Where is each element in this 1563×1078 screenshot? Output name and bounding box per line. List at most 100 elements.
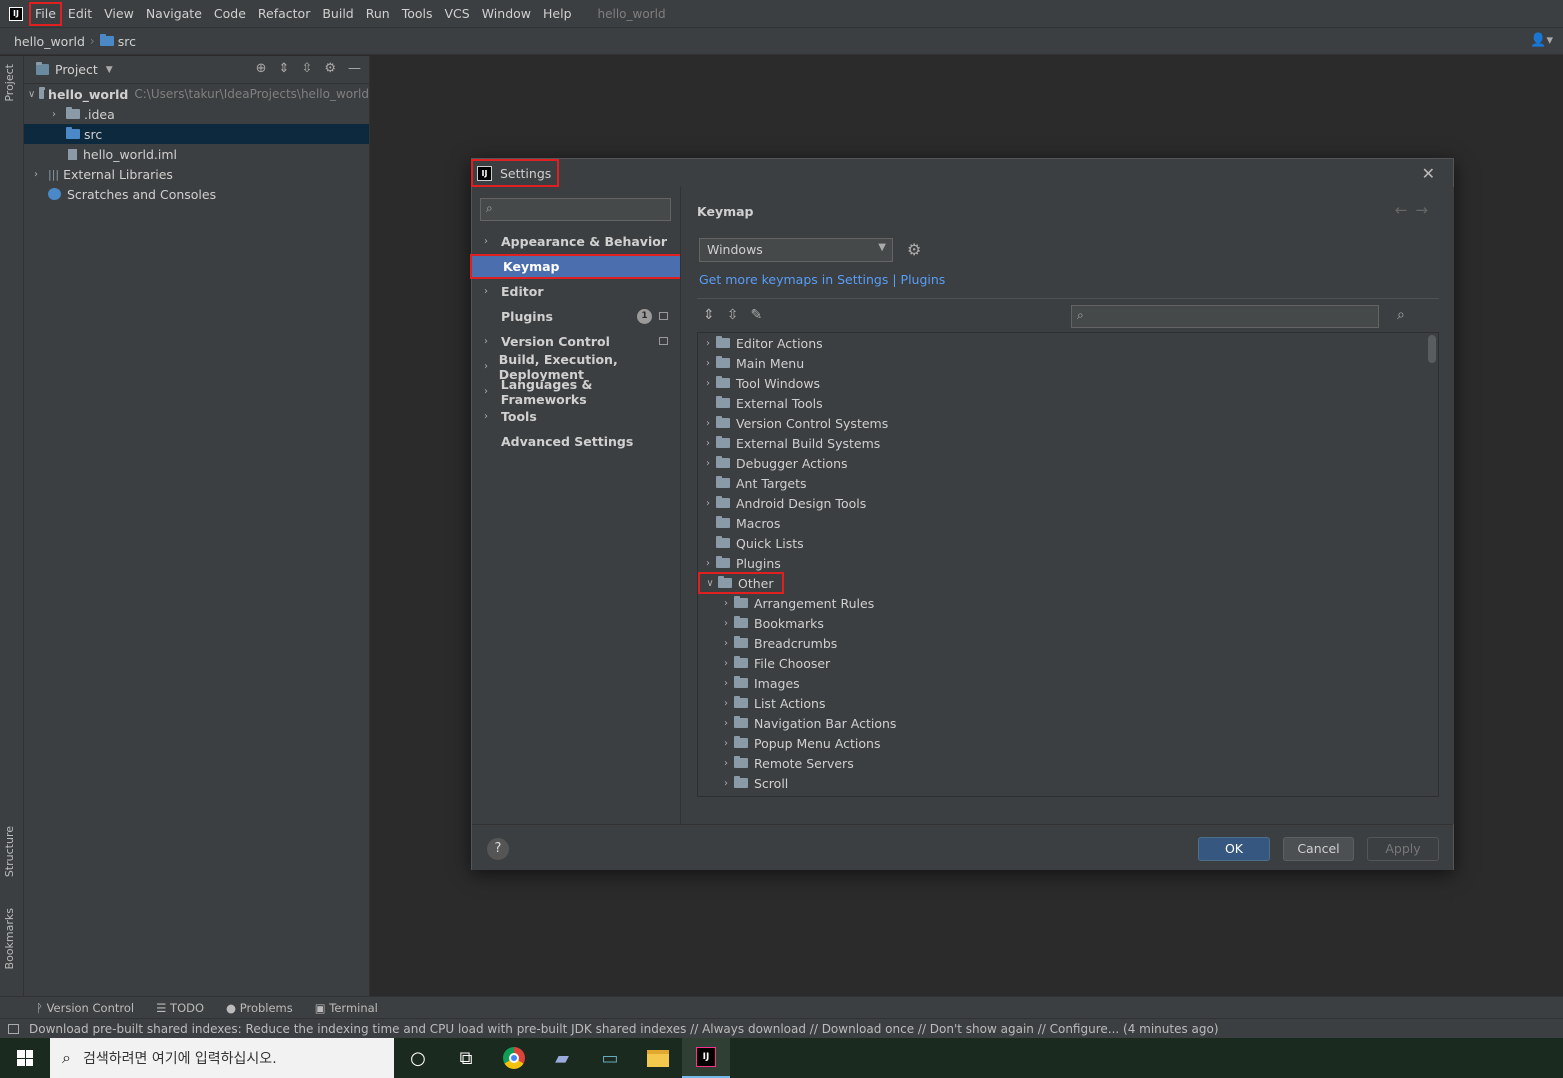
toolwindow-todo[interactable]: ☰ TODO [156, 1001, 204, 1015]
chevron-right-icon[interactable]: › [718, 698, 734, 709]
chevron-right-icon[interactable]: › [718, 658, 734, 669]
chevron-right-icon[interactable]: › [700, 498, 716, 509]
toolwindow-version-control[interactable]: ᚹ Version Control [36, 1001, 134, 1015]
keymap-tree-item-images[interactable]: › Images [698, 673, 800, 693]
taskbar-search-input[interactable]: ⌕ 검색하려면 여기에 입력하십시오. [50, 1038, 394, 1078]
nav-tools[interactable]: › Tools [472, 404, 680, 429]
tree-root-hello-world[interactable]: ∨ hello_world C:\Users\takur\IdeaProject… [24, 84, 369, 104]
nav-editor[interactable]: › Editor [472, 279, 680, 304]
file-explorer-icon[interactable] [634, 1038, 682, 1078]
minimize-icon[interactable]: — [348, 61, 361, 76]
chevron-down-icon[interactable]: ∨ [28, 89, 35, 100]
get-more-keymaps-link[interactable]: Get more keymaps in Settings | Plugins [699, 272, 945, 287]
menu-navigate[interactable]: Navigate [140, 4, 208, 24]
keymap-tree-item-quick-lists[interactable]: Quick Lists [698, 533, 804, 553]
chevron-right-icon[interactable]: › [718, 618, 734, 629]
chevron-right-icon[interactable]: › [718, 758, 734, 769]
stripe-structure[interactable]: Structure [3, 826, 16, 877]
tree-item-idea[interactable]: › .idea [24, 104, 369, 124]
keymap-tree-item-file-chooser[interactable]: › File Chooser [698, 653, 830, 673]
stripe-project[interactable]: Project [3, 64, 16, 102]
start-button[interactable] [0, 1038, 50, 1078]
chevron-right-icon[interactable]: › [700, 418, 716, 429]
keymap-tree-item-breadcrumbs[interactable]: › Breadcrumbs [698, 633, 837, 653]
menu-window[interactable]: Window [476, 4, 537, 24]
collapse-all-icon[interactable]: ⇳ [727, 307, 739, 323]
menu-refactor[interactable]: Refactor [252, 4, 316, 24]
keymap-tree-item-external-build-systems[interactable]: › External Build Systems [698, 433, 880, 453]
menu-tools[interactable]: Tools [396, 4, 439, 24]
toolwindow-problems[interactable]: ● Problems [226, 1001, 293, 1015]
keymap-tree-item-editor-actions[interactable]: › Editor Actions [698, 333, 823, 353]
status-message[interactable]: Download pre-built shared indexes: Reduc… [29, 1022, 1219, 1036]
keymap-tree-item-external-tools[interactable]: External Tools [698, 393, 823, 413]
gear-icon[interactable]: ⚙ [907, 240, 921, 259]
keymap-tree-item-arrangement-rules[interactable]: › Arrangement Rules [698, 593, 874, 613]
nav-appearance-behavior[interactable]: › Appearance & Behavior [472, 229, 680, 254]
chevron-down-icon[interactable]: ▼ [106, 65, 113, 75]
menu-code[interactable]: Code [208, 4, 252, 24]
menu-file[interactable]: File [29, 1, 62, 26]
chrome-icon[interactable] [490, 1038, 538, 1078]
tree-scratches[interactable]: Scratches and Consoles [24, 184, 369, 204]
intellij-taskbar-icon[interactable]: IJ [682, 1038, 730, 1078]
keymap-tree-item-main-menu[interactable]: › Main Menu [698, 353, 804, 373]
keymap-tree-item-list-actions[interactable]: › List Actions [698, 693, 825, 713]
keymap-tree-item-tool-windows[interactable]: › Tool Windows [698, 373, 820, 393]
keymap-tree-item-navigation-bar-actions[interactable]: › Navigation Bar Actions [698, 713, 896, 733]
apply-button[interactable]: Apply [1367, 837, 1439, 861]
chevron-right-icon[interactable]: › [718, 778, 734, 789]
chevron-right-icon[interactable]: › [718, 738, 734, 749]
keymap-tree-item-android-design-tools[interactable]: › Android Design Tools [698, 493, 866, 513]
menu-edit[interactable]: Edit [62, 4, 98, 24]
nav-keymap[interactable]: Keymap [470, 254, 682, 279]
nav-plugins[interactable]: Plugins 1 [472, 304, 680, 329]
keymap-tree-item-version-control-systems[interactable]: › Version Control Systems [698, 413, 888, 433]
menu-vcs[interactable]: VCS [439, 4, 476, 24]
task-view-icon[interactable]: ⧉ [442, 1038, 490, 1078]
breadcrumb-src[interactable]: src [118, 34, 136, 49]
menu-run[interactable]: Run [360, 4, 396, 24]
keymap-tree-item-popup-menu-actions[interactable]: › Popup Menu Actions [698, 733, 880, 753]
chevron-right-icon[interactable]: › [718, 718, 734, 729]
collapse-all-icon[interactable]: ⇳ [301, 61, 312, 76]
nav-version-control[interactable]: › Version Control [472, 329, 680, 354]
keymap-tree-item-debugger-actions[interactable]: › Debugger Actions [698, 453, 848, 473]
close-icon[interactable]: ✕ [1422, 164, 1435, 183]
keymap-tree-item-ant-targets[interactable]: Ant Targets [698, 473, 807, 493]
tree-item-src[interactable]: src [24, 124, 369, 144]
nav-languages-frameworks[interactable]: › Languages & Frameworks [472, 377, 680, 407]
toolwindow-terminal[interactable]: ▣ Terminal [315, 1001, 378, 1015]
chevron-right-icon[interactable]: › [718, 598, 734, 609]
cancel-button[interactable]: Cancel [1283, 837, 1354, 861]
keymap-tree-item-remote-servers[interactable]: › Remote Servers [698, 753, 854, 773]
locate-icon[interactable]: ⊕ [256, 61, 267, 76]
stripe-bookmarks[interactable]: Bookmarks [3, 908, 16, 969]
chevron-down-icon[interactable]: ∨ [702, 578, 718, 589]
nav-build-execution-deployment[interactable]: › Build, Execution, Deployment [472, 352, 680, 382]
project-panel-title[interactable]: Project [55, 62, 98, 77]
gear-icon[interactable]: ⚙ [324, 61, 336, 76]
back-forward-icons[interactable]: ←→ [1395, 201, 1436, 219]
user-icon[interactable]: 👤▾ [1530, 33, 1553, 48]
menu-build[interactable]: Build [316, 4, 359, 24]
edit-icon[interactable]: ✎ [750, 307, 762, 323]
notification-icon[interactable] [8, 1023, 19, 1034]
keymap-tree-item-bookmarks[interactable]: › Bookmarks [698, 613, 824, 633]
keymap-tree-item-plugins[interactable]: › Plugins [698, 553, 781, 573]
chevron-right-icon[interactable]: › [700, 558, 716, 569]
help-button[interactable]: ? [487, 838, 509, 860]
cortana-icon[interactable]: ○ [394, 1038, 442, 1078]
menu-view[interactable]: View [98, 4, 140, 24]
chevron-right-icon[interactable]: › [718, 638, 734, 649]
keymap-tree-item-other[interactable]: ∨ Other [698, 572, 784, 594]
chevron-right-icon[interactable]: › [700, 378, 716, 389]
chevron-right-icon[interactable]: › [700, 438, 716, 449]
keymap-search-input[interactable]: ⌕ [1071, 305, 1379, 328]
menu-help[interactable]: Help [537, 4, 578, 24]
keymap-tree-item-scroll[interactable]: › Scroll [698, 773, 788, 793]
chevron-right-icon[interactable]: › [700, 358, 716, 369]
computer-icon[interactable]: ▭ [586, 1038, 634, 1078]
settings-search-input[interactable]: ⌕ [480, 198, 671, 221]
keymap-tree-item-macros[interactable]: Macros [698, 513, 780, 533]
